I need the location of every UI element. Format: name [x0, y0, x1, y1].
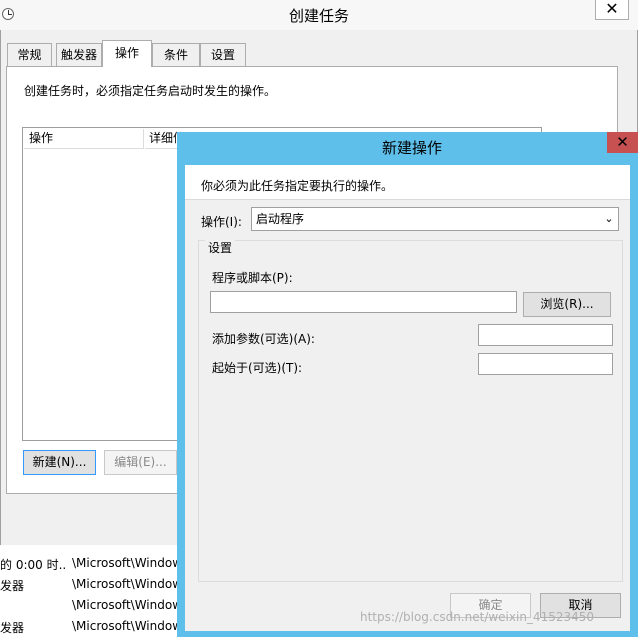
- task-trigger-cell: 发器: [0, 621, 25, 635]
- task-trigger-cell: 发器: [0, 579, 25, 593]
- dialog-title: 新建操作: [381, 139, 442, 157]
- program-script-input[interactable]: [210, 291, 517, 313]
- actions-description: 创建任务时，必须指定任务启动时发生的操作。: [24, 84, 277, 98]
- tab-actions[interactable]: 操作: [102, 40, 152, 67]
- new-action-button[interactable]: 新建(N)...: [23, 450, 96, 475]
- action-type-label: 操作(I):: [201, 215, 242, 229]
- dialog-description: 你必须为此任务指定要执行的操作。: [201, 179, 394, 193]
- settings-group-legend: 设置: [205, 239, 236, 256]
- column-header-action[interactable]: 操作: [24, 129, 144, 149]
- action-type-select[interactable]: 启动程序: [251, 207, 619, 231]
- task-path-cell: \Microsoft\Window: [72, 619, 180, 633]
- main-close-button[interactable]: ✕: [595, 0, 629, 20]
- add-arguments-input[interactable]: [478, 324, 613, 346]
- dialog-close-button[interactable]: ✕: [607, 132, 638, 153]
- task-trigger-cell: 的 0:00 时...: [0, 558, 66, 572]
- chevron-down-icon[interactable]: ⌄: [601, 210, 617, 228]
- task-path-cell: \Microsoft\Window: [72, 598, 180, 612]
- watermark: https://blog.csdn.net/weixin_41523450: [360, 610, 595, 624]
- tab-general[interactable]: 常规: [7, 43, 52, 66]
- tab-conditions[interactable]: 条件: [152, 43, 200, 66]
- main-window-title: 创建任务: [288, 7, 349, 25]
- task-path-cell: \Microsoft\Window: [72, 556, 180, 570]
- add-arguments-label: 添加参数(可选)(A):: [212, 332, 315, 346]
- tab-triggers[interactable]: 触发器: [56, 43, 102, 66]
- program-script-label: 程序或脚本(P):: [212, 271, 293, 285]
- edit-action-button[interactable]: 编辑(E)...: [104, 450, 177, 475]
- tab-settings[interactable]: 设置: [200, 43, 246, 66]
- task-path-cell: \Microsoft\Window: [72, 577, 180, 591]
- browse-button[interactable]: 浏览(R)...: [523, 292, 611, 317]
- start-in-input[interactable]: [478, 353, 613, 375]
- start-in-label: 起始于(可选)(T):: [212, 361, 303, 375]
